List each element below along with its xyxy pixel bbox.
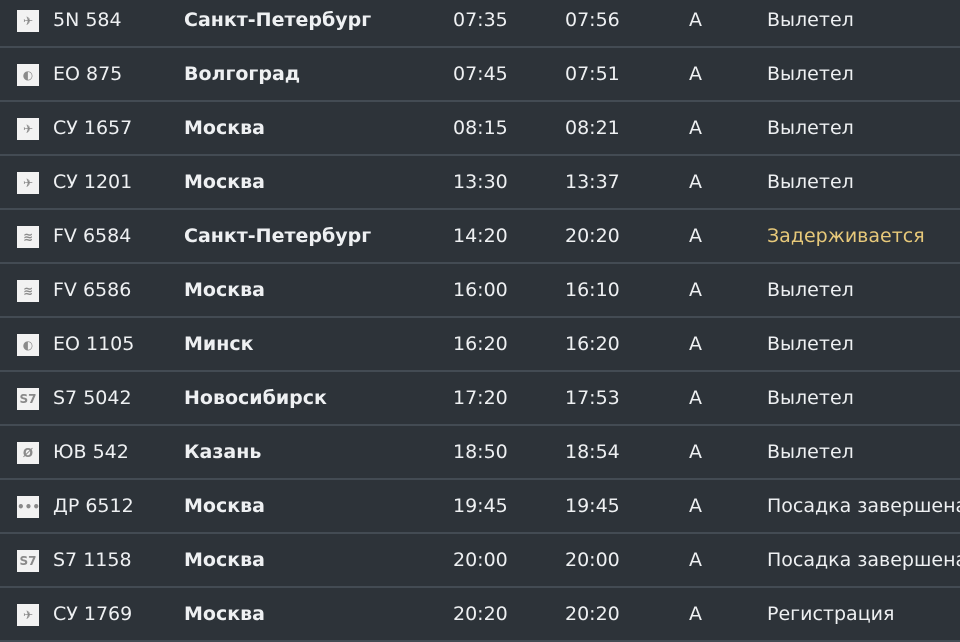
aeroflot-plane-icon: ✈ (17, 118, 39, 140)
flight-row[interactable]: S7 S7 1158 Москва 20:00 20:00 A Посадка … (0, 534, 960, 588)
scheduled-time: 19:45 (453, 495, 508, 517)
scheduled-time: 18:50 (453, 441, 508, 463)
destination-city: Москва (184, 549, 265, 571)
scheduled-time: 13:30 (453, 171, 508, 193)
s7-logo-icon: S7 (17, 550, 39, 572)
scheduled-time: 20:20 (453, 603, 508, 625)
actual-time: 08:21 (565, 117, 620, 139)
destination-city: Москва (184, 171, 265, 193)
flight-status: Вылетел (767, 441, 854, 463)
actual-time: 20:20 (565, 603, 620, 625)
flight-number: СУ 1769 (53, 603, 133, 625)
rossiya-swirl-icon: ≋ (17, 226, 39, 248)
aeroflot-plane-icon: ✈ (17, 604, 39, 626)
destination-city: Москва (184, 603, 265, 625)
flight-number: EO 1105 (53, 333, 135, 355)
destination-city: Москва (184, 495, 265, 517)
flight-number: СУ 1201 (53, 171, 133, 193)
scheduled-time: 16:20 (453, 333, 508, 355)
terminal: A (689, 9, 702, 31)
flight-row[interactable]: ✈ СУ 1657 Москва 08:15 08:21 A Вылетел (0, 102, 960, 156)
destination-city: Санкт-Петербург (184, 9, 372, 31)
scheduled-time: 07:35 (453, 9, 508, 31)
destination-city: Санкт-Петербург (184, 225, 372, 247)
flight-status: Вылетел (767, 63, 854, 85)
scheduled-time: 17:20 (453, 387, 508, 409)
flight-status: Посадка завершена (767, 549, 960, 571)
terminal: A (689, 603, 702, 625)
pobeda-logo-icon: ◐ (17, 64, 39, 86)
destination-city: Москва (184, 117, 265, 139)
flight-row[interactable]: ≋ FV 6586 Москва 16:00 16:10 A Вылетел (0, 264, 960, 318)
destination-city: Новосибирск (184, 387, 327, 409)
flight-status: Регистрация (767, 603, 895, 625)
terminal: A (689, 495, 702, 517)
scheduled-time: 08:15 (453, 117, 508, 139)
utair-logo-icon: Ø (17, 442, 39, 464)
scheduled-time: 07:45 (453, 63, 508, 85)
flight-row[interactable]: ✈ 5N 584 Санкт-Петербург 07:35 07:56 A В… (0, 0, 960, 48)
flight-row[interactable]: ✈ СУ 1769 Москва 20:20 20:20 A Регистрац… (0, 588, 960, 642)
departures-board: ✈ 5N 584 Санкт-Петербург 07:35 07:56 A В… (0, 0, 960, 642)
destination-city: Волгоград (184, 63, 301, 85)
s7-logo-icon: S7 (17, 388, 39, 410)
flight-status: Задерживается (767, 225, 925, 247)
flight-row[interactable]: ≋ FV 6584 Санкт-Петербург 14:20 20:20 A … (0, 210, 960, 264)
flight-status: Вылетел (767, 387, 854, 409)
flight-number: 5N 584 (53, 9, 122, 31)
rossiya-plane-icon: ✈ (17, 10, 39, 32)
terminal: A (689, 117, 702, 139)
flight-number: FV 6586 (53, 279, 132, 301)
flight-row[interactable]: ◐ EO 875 Волгоград 07:45 07:51 A Вылетел (0, 48, 960, 102)
terminal: A (689, 171, 702, 193)
flight-number: ДР 6512 (53, 495, 134, 517)
flight-number: EO 875 (53, 63, 123, 85)
destination-city: Минск (184, 333, 254, 355)
actual-time: 07:56 (565, 9, 620, 31)
destination-city: Москва (184, 279, 265, 301)
flight-number: СУ 1657 (53, 117, 133, 139)
flight-status: Вылетел (767, 171, 854, 193)
flight-status: Вылетел (767, 333, 854, 355)
actual-time: 13:37 (565, 171, 620, 193)
dots-logo-icon: ••• (17, 496, 39, 518)
flight-number: FV 6584 (53, 225, 132, 247)
flight-row[interactable]: S7 S7 5042 Новосибирск 17:20 17:53 A Выл… (0, 372, 960, 426)
flight-row[interactable]: Ø ЮВ 542 Казань 18:50 18:54 A Вылетел (0, 426, 960, 480)
flight-number: ЮВ 542 (53, 441, 129, 463)
actual-time: 16:10 (565, 279, 620, 301)
terminal: A (689, 387, 702, 409)
pobeda-logo-icon: ◐ (17, 334, 39, 356)
flight-status: Вылетел (767, 9, 854, 31)
terminal: A (689, 441, 702, 463)
terminal: A (689, 549, 702, 571)
actual-time: 16:20 (565, 333, 620, 355)
flight-row[interactable]: ✈ СУ 1201 Москва 13:30 13:37 A Вылетел (0, 156, 960, 210)
flight-status: Посадка завершена (767, 495, 960, 517)
rossiya-swirl-icon: ≋ (17, 280, 39, 302)
flight-status: Вылетел (767, 279, 854, 301)
flight-number: S7 1158 (53, 549, 132, 571)
terminal: A (689, 333, 702, 355)
actual-time: 17:53 (565, 387, 620, 409)
terminal: A (689, 225, 702, 247)
flight-row[interactable]: ◐ EO 1105 Минск 16:20 16:20 A Вылетел (0, 318, 960, 372)
actual-time: 19:45 (565, 495, 620, 517)
actual-time: 20:00 (565, 549, 620, 571)
scheduled-time: 16:00 (453, 279, 508, 301)
destination-city: Казань (184, 441, 262, 463)
terminal: A (689, 279, 702, 301)
scheduled-time: 14:20 (453, 225, 508, 247)
flight-row[interactable]: ••• ДР 6512 Москва 19:45 19:45 A Посадка… (0, 480, 960, 534)
scheduled-time: 20:00 (453, 549, 508, 571)
actual-time: 18:54 (565, 441, 620, 463)
aeroflot-plane-icon: ✈ (17, 172, 39, 194)
flight-number: S7 5042 (53, 387, 132, 409)
actual-time: 07:51 (565, 63, 620, 85)
actual-time: 20:20 (565, 225, 620, 247)
terminal: A (689, 63, 702, 85)
flight-status: Вылетел (767, 117, 854, 139)
